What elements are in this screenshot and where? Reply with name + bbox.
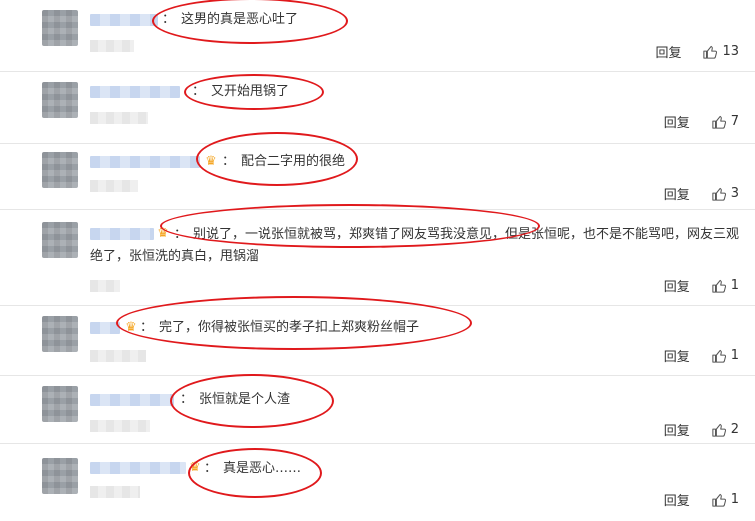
crown-badge-icon: ♛ bbox=[205, 154, 217, 169]
avatar[interactable] bbox=[42, 222, 78, 258]
comment-actions: 回复 3 bbox=[664, 184, 739, 203]
reply-button[interactable]: 回复 bbox=[655, 42, 681, 61]
comment-item: ：张恒就是个人渣 回复 2 bbox=[0, 374, 755, 444]
thumbs-up-icon bbox=[703, 45, 718, 59]
username[interactable] bbox=[90, 86, 180, 98]
comment-item: ♛ ：配合二字用的很绝 回复 3 bbox=[0, 132, 755, 210]
comment-actions: 回复 1 bbox=[664, 276, 739, 295]
like-button[interactable]: 3 bbox=[712, 186, 739, 201]
username[interactable] bbox=[90, 462, 186, 474]
reply-button[interactable]: 回复 bbox=[664, 184, 690, 203]
avatar[interactable] bbox=[42, 10, 78, 46]
username[interactable] bbox=[90, 322, 120, 334]
thumbs-up-icon bbox=[712, 493, 726, 507]
thumbs-up-icon bbox=[712, 349, 726, 363]
comment-actions: 回复 7 bbox=[664, 112, 739, 131]
timestamp bbox=[90, 180, 138, 192]
crown-badge-icon: ♛ bbox=[189, 460, 201, 475]
comment-text: ：完了，你得被张恒买的孝子扣上郑爽粉丝帽子 bbox=[140, 320, 420, 335]
timestamp bbox=[90, 486, 140, 498]
like-count: 1 bbox=[730, 348, 739, 363]
comment-item: ♛ ：别说了，一说张恒就被骂，郑爽错了网友骂我没意见，但是张恒呢，也不是不能骂吧… bbox=[0, 204, 755, 306]
username[interactable] bbox=[90, 156, 200, 168]
like-button[interactable]: 1 bbox=[712, 348, 739, 363]
avatar[interactable] bbox=[42, 386, 78, 422]
timestamp bbox=[90, 40, 134, 52]
comment-actions: 回复 1 bbox=[664, 346, 739, 365]
username[interactable] bbox=[90, 14, 158, 26]
like-button[interactable]: 13 bbox=[703, 44, 739, 59]
comment-text: ：真是恶心…… bbox=[204, 461, 302, 476]
timestamp bbox=[90, 350, 146, 362]
timestamp bbox=[90, 280, 120, 292]
comment-actions: 回复 13 bbox=[655, 42, 739, 61]
like-button[interactable]: 1 bbox=[712, 492, 739, 507]
timestamp bbox=[90, 112, 148, 124]
thumbs-up-icon bbox=[712, 279, 726, 293]
thumbs-up-icon bbox=[712, 423, 726, 437]
timestamp bbox=[90, 420, 150, 432]
comment-list: ：这男的真是恶心吐了 回复 13 ：又开始甩锅了 回复 7 ♛ ： 配合二字用的… bbox=[0, 0, 755, 521]
avatar[interactable] bbox=[42, 82, 78, 118]
like-button[interactable]: 2 bbox=[712, 422, 739, 437]
comment-text: ：配合二字用的很绝 bbox=[222, 154, 346, 169]
like-count: 3 bbox=[730, 186, 739, 201]
reply-button[interactable]: 回复 bbox=[664, 490, 690, 509]
like-count: 2 bbox=[730, 422, 739, 437]
comment-item: ：这男的真是恶心吐了 回复 13 bbox=[0, 0, 755, 72]
avatar[interactable] bbox=[42, 458, 78, 494]
like-button[interactable]: 7 bbox=[712, 114, 739, 129]
like-count: 1 bbox=[730, 278, 739, 293]
like-count: 13 bbox=[722, 44, 739, 59]
like-count: 7 bbox=[730, 114, 739, 129]
crown-badge-icon: ♛ bbox=[125, 320, 137, 335]
reply-button[interactable]: 回复 bbox=[664, 346, 690, 365]
comment-text: ：这男的真是恶心吐了 bbox=[162, 12, 299, 27]
reply-button[interactable]: 回复 bbox=[664, 420, 690, 439]
reply-button[interactable]: 回复 bbox=[664, 276, 690, 295]
avatar[interactable] bbox=[42, 152, 78, 188]
comment-item: ♛ ：完了，你得被张恒买的孝子扣上郑爽粉丝帽子 回复 1 bbox=[0, 296, 755, 376]
like-button[interactable]: 1 bbox=[712, 278, 739, 293]
comment-actions: 回复 1 bbox=[664, 490, 739, 509]
comment-text: ：张恒就是个人渣 bbox=[180, 392, 291, 407]
comment-item: ：又开始甩锅了 回复 7 bbox=[0, 72, 755, 144]
thumbs-up-icon bbox=[712, 187, 726, 201]
comment-actions: 回复 2 bbox=[664, 420, 739, 439]
comment-item: ♛ ：真是恶心…… 回复 1 bbox=[0, 444, 755, 521]
thumbs-up-icon bbox=[712, 115, 726, 129]
like-count: 1 bbox=[730, 492, 739, 507]
comment-text: ：别说了，一说张恒就被骂，郑爽错了网友骂我没意见，但是张恒呢，也不是不能骂吧，网… bbox=[90, 227, 740, 264]
username[interactable] bbox=[90, 394, 174, 406]
reply-button[interactable]: 回复 bbox=[664, 112, 690, 131]
comment-text: ：又开始甩锅了 bbox=[192, 84, 290, 99]
avatar[interactable] bbox=[42, 316, 78, 352]
